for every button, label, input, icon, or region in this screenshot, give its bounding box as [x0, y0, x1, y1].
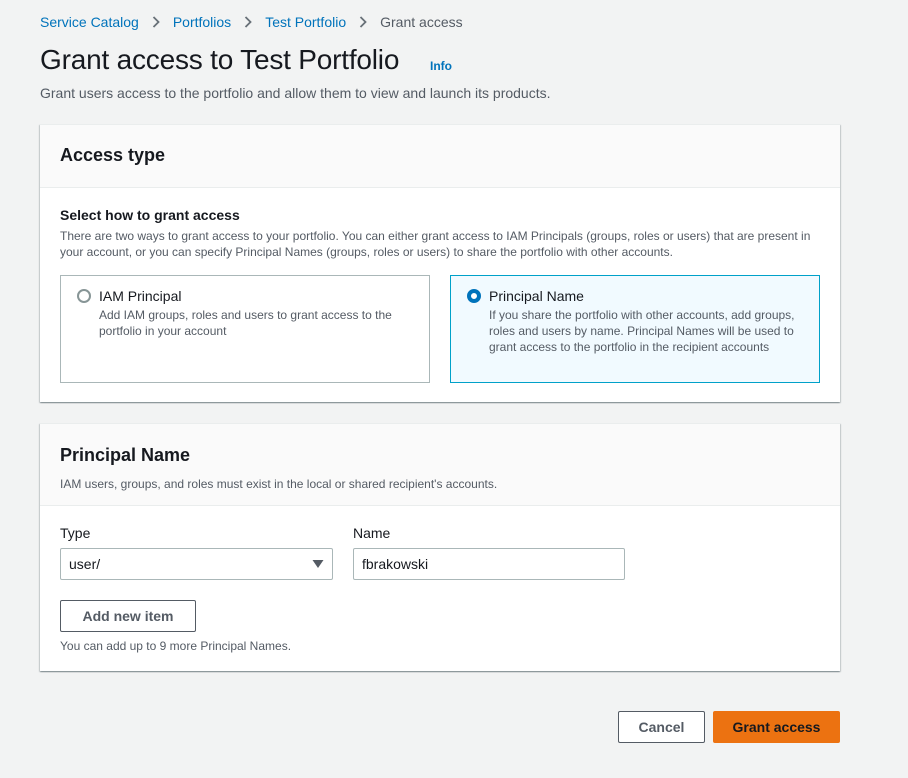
principal-name-option-title: Principal Name: [489, 288, 584, 304]
principal-name-description: IAM users, groups, and roles must exist …: [60, 477, 498, 491]
principal-name-option-description: If you share the portfolio with other ac…: [489, 308, 795, 354]
chevron-right-icon: [139, 16, 173, 28]
iam-principal-option[interactable]: IAM Principal Add IAM groups, roles and …: [60, 275, 430, 383]
access-type-panel: Access type Select how to grant access T…: [40, 124, 840, 402]
type-label: Type: [60, 525, 91, 541]
type-select-value: user/: [69, 556, 101, 572]
chevron-right-icon: [231, 16, 265, 28]
access-type-header: Access type: [40, 125, 840, 188]
breadcrumb-service-catalog[interactable]: Service Catalog: [40, 13, 139, 31]
add-new-item-button[interactable]: Add new item: [60, 600, 196, 632]
cancel-button[interactable]: Cancel: [618, 711, 705, 743]
breadcrumb-test-portfolio[interactable]: Test Portfolio: [265, 13, 346, 31]
chevron-right-icon: [346, 16, 380, 28]
iam-principal-description: Add IAM groups, roles and users to grant…: [99, 308, 392, 338]
principal-name-panel: Principal Name IAM users, groups, and ro…: [40, 423, 840, 671]
principal-name-header: Principal Name IAM users, groups, and ro…: [40, 424, 840, 506]
grant-method-description: There are two ways to grant access to yo…: [60, 229, 811, 259]
grant-access-button[interactable]: Grant access: [713, 711, 840, 743]
type-select[interactable]: user/: [60, 548, 333, 580]
principal-name-title: Principal Name: [60, 445, 191, 465]
page-description: Grant users access to the portfolio and …: [40, 85, 551, 101]
breadcrumb-current: Grant access: [380, 14, 463, 30]
name-input[interactable]: [353, 548, 625, 580]
grant-method-label: Select how to grant access: [60, 207, 240, 223]
iam-principal-radio[interactable]: [77, 289, 91, 303]
caret-down-icon: [312, 560, 324, 568]
breadcrumb-portfolios[interactable]: Portfolios: [173, 13, 231, 31]
principal-name-radio[interactable]: [467, 289, 481, 303]
info-link[interactable]: Info: [430, 59, 452, 73]
page-title: Grant access to Test Portfolio: [40, 44, 400, 75]
access-type-title: Access type: [60, 145, 166, 165]
principal-name-option[interactable]: Principal Name If you share the portfoli…: [450, 275, 820, 383]
name-label: Name: [353, 525, 391, 541]
iam-principal-title: IAM Principal: [99, 288, 182, 304]
principal-limit-hint: You can add up to 9 more Principal Names…: [60, 639, 292, 653]
breadcrumb: Service Catalog Portfolios Test Portfoli…: [40, 13, 463, 31]
